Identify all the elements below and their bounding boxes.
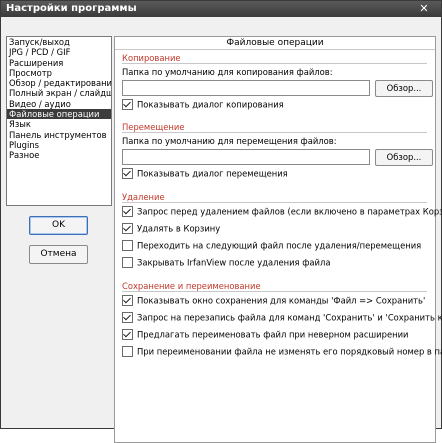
delete-to-recycle-bin-option[interactable]: Удалять в Корзину bbox=[122, 223, 220, 235]
suggest-rename-option[interactable]: Предлагать переименовать файл при неверн… bbox=[122, 329, 408, 341]
window-title: Настройки программы bbox=[6, 3, 137, 14]
file-operations-panel: Файловые операции Копирование Папка по у… bbox=[114, 36, 442, 443]
delete-to-recycle-bin-checkbox[interactable] bbox=[122, 223, 133, 234]
delete-section-divider bbox=[122, 202, 427, 203]
go-to-next-file-option[interactable]: Переходить на следующий файл после удале… bbox=[122, 240, 421, 252]
cancel-button[interactable]: Отмена bbox=[29, 245, 88, 264]
copy-section-title: Копирование bbox=[122, 53, 181, 63]
category-item-misc[interactable]: Разное bbox=[7, 150, 111, 160]
copy-folder-input[interactable] bbox=[122, 80, 370, 96]
show-copy-dialog-checkbox[interactable] bbox=[122, 99, 133, 110]
category-item-file-operations[interactable]: Файловые операции bbox=[7, 109, 111, 120]
category-item-browse-edit[interactable]: Обзор / редактирование bbox=[7, 78, 111, 88]
suggest-rename-label: Предлагать переименовать файл при неверн… bbox=[137, 329, 409, 340]
keep-order-number-label: При переименовании файла не изменять его… bbox=[137, 346, 442, 357]
move-folder-label: Папка по умолчанию для перемещения файло… bbox=[122, 136, 337, 146]
confirm-overwrite-option[interactable]: Запрос на перезапись файла для команд 'С… bbox=[122, 312, 442, 324]
show-save-dialog-checkbox[interactable] bbox=[122, 295, 133, 306]
save-section-title: Сохранение и переименование bbox=[122, 281, 261, 291]
show-save-dialog-option[interactable]: Показывать окно сохранения для команды '… bbox=[122, 295, 425, 307]
move-folder-input[interactable] bbox=[122, 149, 370, 165]
window-client-area: Запуск/выход JPG / PCD / GIF Расширения … bbox=[1, 17, 442, 443]
category-item-jpg-pcd-gif[interactable]: JPG / PCD / GIF bbox=[7, 47, 111, 57]
category-item-video-audio[interactable]: Видео / аудио bbox=[7, 99, 111, 109]
show-save-dialog-label: Показывать окно сохранения для команды '… bbox=[137, 295, 426, 306]
go-to-next-file-checkbox[interactable] bbox=[122, 240, 133, 251]
move-section-divider bbox=[122, 132, 427, 133]
copy-section-divider bbox=[122, 63, 427, 64]
confirm-overwrite-label: Запрос на перезапись файла для команд 'С… bbox=[137, 312, 442, 323]
show-move-dialog-checkbox[interactable] bbox=[122, 168, 133, 179]
close-icon[interactable]: ✕ bbox=[415, 2, 433, 15]
category-item-language[interactable]: Язык bbox=[7, 119, 111, 129]
delete-section-title: Удаление bbox=[122, 192, 165, 202]
category-item-extensions[interactable]: Расширения bbox=[7, 58, 111, 68]
close-after-delete-label: Закрывать IrfanView после удаления файла bbox=[137, 257, 331, 268]
show-copy-dialog-option[interactable]: Показывать диалог копирования bbox=[122, 99, 284, 111]
category-item-plugins[interactable]: Plugins bbox=[7, 140, 111, 150]
keep-order-number-checkbox[interactable] bbox=[122, 346, 133, 357]
confirm-delete-option[interactable]: Запрос перед удалением файлов (если вклю… bbox=[122, 206, 442, 218]
show-move-dialog-option[interactable]: Показывать диалог перемещения bbox=[122, 168, 288, 180]
delete-to-recycle-bin-label: Удалять в Корзину bbox=[137, 223, 221, 234]
copy-folder-label: Папка по умолчанию для копирования файло… bbox=[122, 67, 333, 77]
category-item-viewing[interactable]: Просмотр bbox=[7, 68, 111, 78]
confirm-delete-label: Запрос перед удалением файлов (если вклю… bbox=[137, 206, 442, 217]
go-to-next-file-label: Переходить на следующий файл после удале… bbox=[137, 240, 422, 251]
panel-title: Файловые операции bbox=[115, 37, 435, 50]
category-item-fullscreen-slideshow[interactable]: Полный экран / слайдшоу bbox=[7, 88, 111, 98]
category-item-toolbar[interactable]: Панель инструментов bbox=[7, 130, 111, 140]
title-bar[interactable]: Настройки программы ✕ bbox=[1, 1, 441, 17]
save-section-divider bbox=[122, 291, 427, 292]
confirm-overwrite-checkbox[interactable] bbox=[122, 312, 133, 323]
category-item-startup[interactable]: Запуск/выход bbox=[7, 37, 111, 47]
category-list[interactable]: Запуск/выход JPG / PCD / GIF Расширения … bbox=[6, 36, 112, 206]
close-after-delete-option[interactable]: Закрывать IrfanView после удаления файла bbox=[122, 257, 330, 269]
settings-window: Настройки программы ✕ Запуск/выход JPG /… bbox=[0, 0, 442, 443]
confirm-delete-checkbox[interactable] bbox=[122, 206, 133, 217]
show-move-dialog-label: Показывать диалог перемещения bbox=[137, 168, 288, 179]
copy-browse-button[interactable]: Обзор... bbox=[375, 80, 433, 97]
keep-order-number-option[interactable]: При переименовании файла не изменять его… bbox=[122, 346, 442, 358]
show-copy-dialog-label: Показывать диалог копирования bbox=[137, 99, 284, 110]
ok-button[interactable]: OK bbox=[29, 216, 88, 235]
move-section-title: Перемещение bbox=[122, 122, 185, 132]
suggest-rename-checkbox[interactable] bbox=[122, 329, 133, 340]
move-browse-button[interactable]: Обзор... bbox=[375, 149, 433, 166]
close-after-delete-checkbox[interactable] bbox=[122, 257, 133, 268]
